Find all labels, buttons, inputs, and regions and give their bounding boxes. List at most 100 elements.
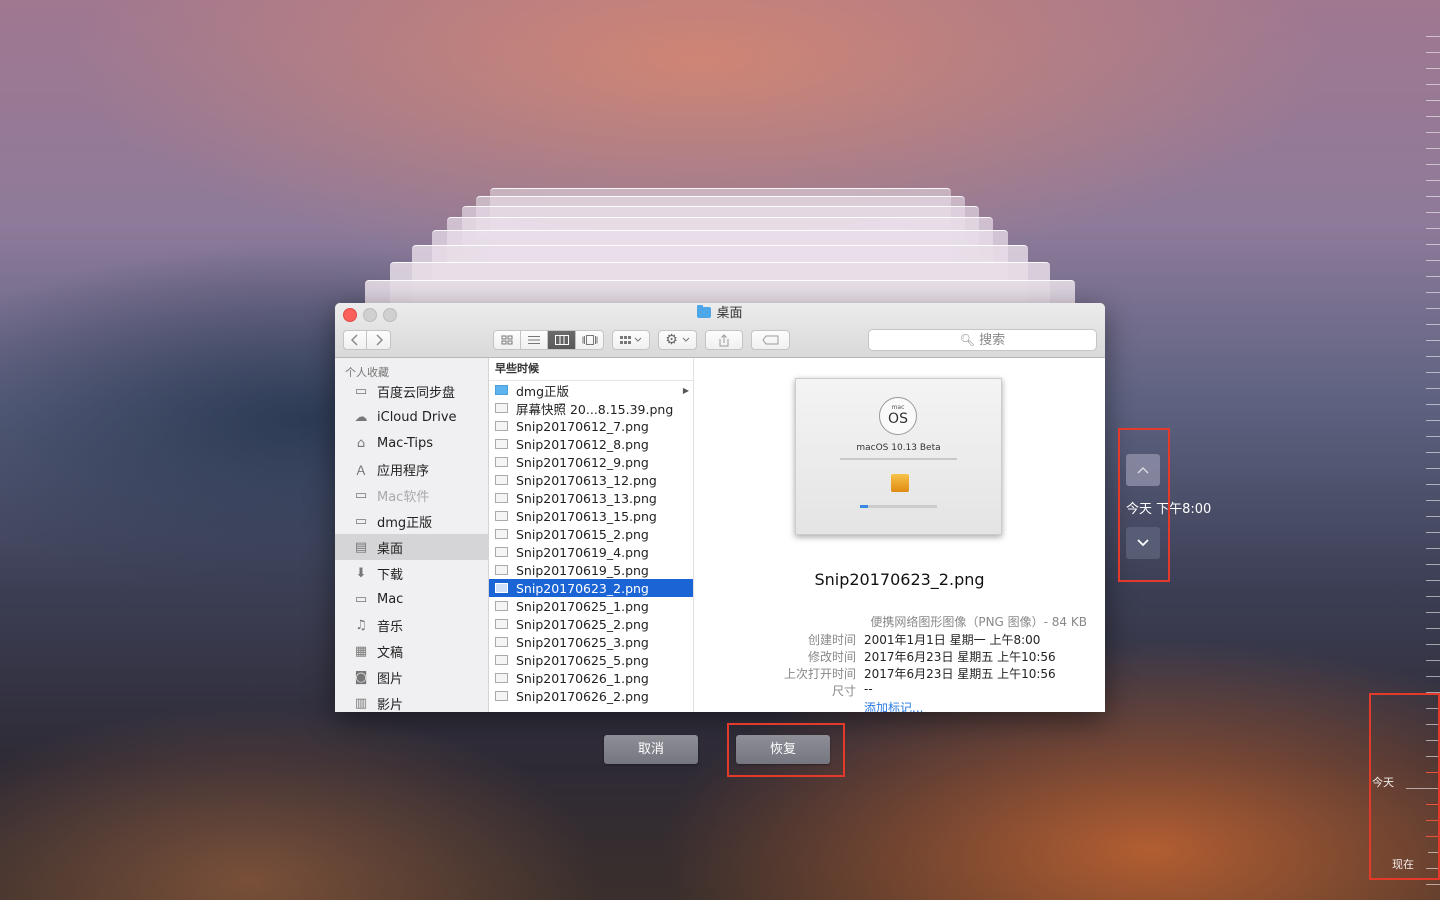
view-column-button[interactable] bbox=[548, 330, 576, 350]
sidebar-header: 个人收藏 bbox=[345, 366, 389, 379]
action-button[interactable]: ⚙ bbox=[658, 330, 697, 350]
sidebar-item[interactable]: ⌂ Mac-Tips bbox=[335, 430, 488, 456]
timeline-tick bbox=[1426, 68, 1440, 69]
meta-value: -- bbox=[864, 682, 873, 696]
back-button[interactable] bbox=[343, 330, 367, 350]
timeline-tick bbox=[1426, 244, 1440, 245]
browser-content: 个人收藏 ▭ 百度云同步盘 ☁ iCloud Drive ⌂ Mac-Tips Ａ 应用程序 ▭… bbox=[335, 358, 1105, 712]
timeline-tick bbox=[1426, 548, 1440, 549]
timeline-tick bbox=[1426, 180, 1440, 181]
file-row[interactable]: Snip20170626_2.png bbox=[489, 687, 693, 705]
image-file-icon bbox=[495, 637, 508, 647]
sidebar-item-label: 文稿 bbox=[377, 645, 404, 661]
sidebar-item[interactable]: ▭ 百度云同步盘 bbox=[335, 378, 488, 404]
view-list-button[interactable] bbox=[521, 330, 548, 350]
meta-value: 2017年6月23日 星期五 上午10:56 bbox=[864, 650, 1056, 664]
file-row[interactable]: Snip20170613_12.png bbox=[489, 471, 693, 489]
applications-icon: Ａ bbox=[354, 463, 368, 479]
image-file-icon bbox=[495, 421, 508, 431]
timeline-tick bbox=[1426, 484, 1440, 485]
sidebar-item-label: 下载 bbox=[377, 567, 404, 583]
meta-value: 2001年1月1日 星期一 上午8:00 bbox=[864, 633, 1041, 647]
macos-logo: mac OS bbox=[879, 397, 917, 435]
timeline-tick bbox=[1426, 212, 1440, 213]
timeline-tick bbox=[1426, 372, 1440, 373]
sidebar-item-label: Mac-Tips bbox=[377, 435, 434, 451]
file-row[interactable]: Snip20170619_4.png bbox=[489, 543, 693, 561]
documents-icon: ▦ bbox=[354, 643, 368, 659]
file-row[interactable]: Snip20170612_8.png bbox=[489, 435, 693, 453]
share-button[interactable] bbox=[705, 330, 743, 350]
thumb-title: macOS 10.13 Beta bbox=[856, 443, 941, 453]
sidebar-item[interactable]: ◙ 图片 bbox=[335, 664, 488, 690]
meta-key: 尺寸 bbox=[831, 684, 856, 698]
image-file-icon bbox=[495, 655, 508, 665]
sidebar-item[interactable]: ▤ 桌面 bbox=[335, 534, 488, 560]
file-row[interactable]: Snip20170612_9.png bbox=[489, 453, 693, 471]
file-row[interactable]: Snip20170625_1.png bbox=[489, 597, 693, 615]
snapshot-layer bbox=[365, 280, 1075, 304]
image-file-icon bbox=[495, 529, 508, 539]
timeline-tick bbox=[1426, 164, 1440, 165]
sidebar-item[interactable]: ♫ 音乐 bbox=[335, 612, 488, 638]
timeline-tick bbox=[1426, 532, 1440, 533]
file-row[interactable]: Snip20170613_13.png bbox=[489, 489, 693, 507]
file-name: Snip20170625_5.png bbox=[516, 652, 649, 668]
forward-button[interactable] bbox=[367, 330, 391, 350]
file-row[interactable]: Snip20170625_2.png bbox=[489, 615, 693, 633]
file-row[interactable]: Snip20170612_7.png bbox=[489, 417, 693, 435]
file-name: Snip20170623_2.png bbox=[516, 580, 649, 596]
sidebar-item[interactable]: ▥ 影片 bbox=[335, 690, 488, 713]
chevron-right-icon bbox=[375, 334, 383, 346]
preview-kind: 便携网络图形图像（PNG 图像）- 84 KB bbox=[870, 615, 1087, 629]
file-row[interactable]: dmg正版 ▶ bbox=[489, 381, 693, 399]
cancel-button[interactable]: 取消 bbox=[604, 735, 698, 764]
sidebar-item[interactable]: ⬇ 下载 bbox=[335, 560, 488, 586]
sidebar-item-label: dmg正版 bbox=[377, 515, 433, 531]
sidebar-item[interactable]: ▭ Mac bbox=[335, 586, 488, 612]
sidebar: 个人收藏 ▭ 百度云同步盘 ☁ iCloud Drive ⌂ Mac-Tips Ａ 应用程序 ▭… bbox=[335, 358, 489, 712]
search-field[interactable]: 🔍︎ 搜索 bbox=[868, 329, 1097, 351]
add-tags-link[interactable]: 添加标记... bbox=[864, 699, 923, 712]
file-row[interactable]: Snip20170625_3.png bbox=[489, 633, 693, 651]
timeline-tick bbox=[1426, 564, 1440, 565]
sidebar-item[interactable]: ☁ iCloud Drive bbox=[335, 404, 488, 430]
view-coverflow-button[interactable] bbox=[576, 330, 604, 350]
file-row[interactable]: Snip20170615_2.png bbox=[489, 525, 693, 543]
timeline-tick bbox=[1426, 660, 1440, 661]
timeline-tick bbox=[1426, 196, 1440, 197]
tag-button[interactable] bbox=[751, 330, 790, 350]
timeline-tick bbox=[1426, 100, 1440, 101]
file-row[interactable]: Snip20170613_15.png bbox=[489, 507, 693, 525]
logo-mac-text: mac bbox=[891, 404, 905, 411]
file-name: Snip20170626_2.png bbox=[516, 688, 649, 704]
sidebar-item-label: 图片 bbox=[377, 671, 404, 687]
timeline-tick bbox=[1426, 324, 1440, 325]
file-name: Snip20170619_4.png bbox=[516, 544, 649, 560]
meta-value: 2017年6月23日 星期五 上午10:56 bbox=[864, 667, 1056, 681]
file-row[interactable]: Snip20170626_1.png bbox=[489, 669, 693, 687]
meta-row: 创建时间 2001年1月1日 星期一 上午8:00 bbox=[756, 631, 1040, 648]
file-row[interactable]: Snip20170619_5.png bbox=[489, 561, 693, 579]
annotation-box-timeline bbox=[1369, 693, 1440, 880]
file-row[interactable]: Snip20170625_5.png bbox=[489, 651, 693, 669]
arrange-button[interactable] bbox=[612, 330, 650, 350]
timeline-tick bbox=[1426, 388, 1440, 389]
view-icon-button[interactable] bbox=[493, 330, 521, 350]
sidebar-item[interactable]: ▭ dmg正版 bbox=[335, 508, 488, 534]
file-row[interactable]: Snip20170623_2.png bbox=[489, 579, 693, 597]
sidebar-item[interactable]: ▭ Mac软件 bbox=[335, 482, 488, 508]
sidebar-item[interactable]: Ａ 应用程序 bbox=[335, 456, 488, 482]
image-file-icon bbox=[495, 565, 508, 575]
camera-icon: ◙ bbox=[354, 669, 368, 685]
file-name: 屏幕快照 20...8.15.39.png bbox=[516, 401, 674, 417]
file-name: Snip20170613_13.png bbox=[516, 490, 657, 506]
timeline-tick bbox=[1426, 436, 1440, 437]
file-row[interactable]: 屏幕快照 20...8.15.39.png bbox=[489, 399, 693, 417]
image-file-icon bbox=[495, 619, 508, 629]
sidebar-item[interactable]: ▦ 文稿 bbox=[335, 638, 488, 664]
folder-icon: ▭ bbox=[354, 591, 368, 607]
file-name: Snip20170613_12.png bbox=[516, 472, 657, 488]
file-name: Snip20170619_5.png bbox=[516, 562, 649, 578]
file-name: Snip20170612_9.png bbox=[516, 454, 649, 470]
